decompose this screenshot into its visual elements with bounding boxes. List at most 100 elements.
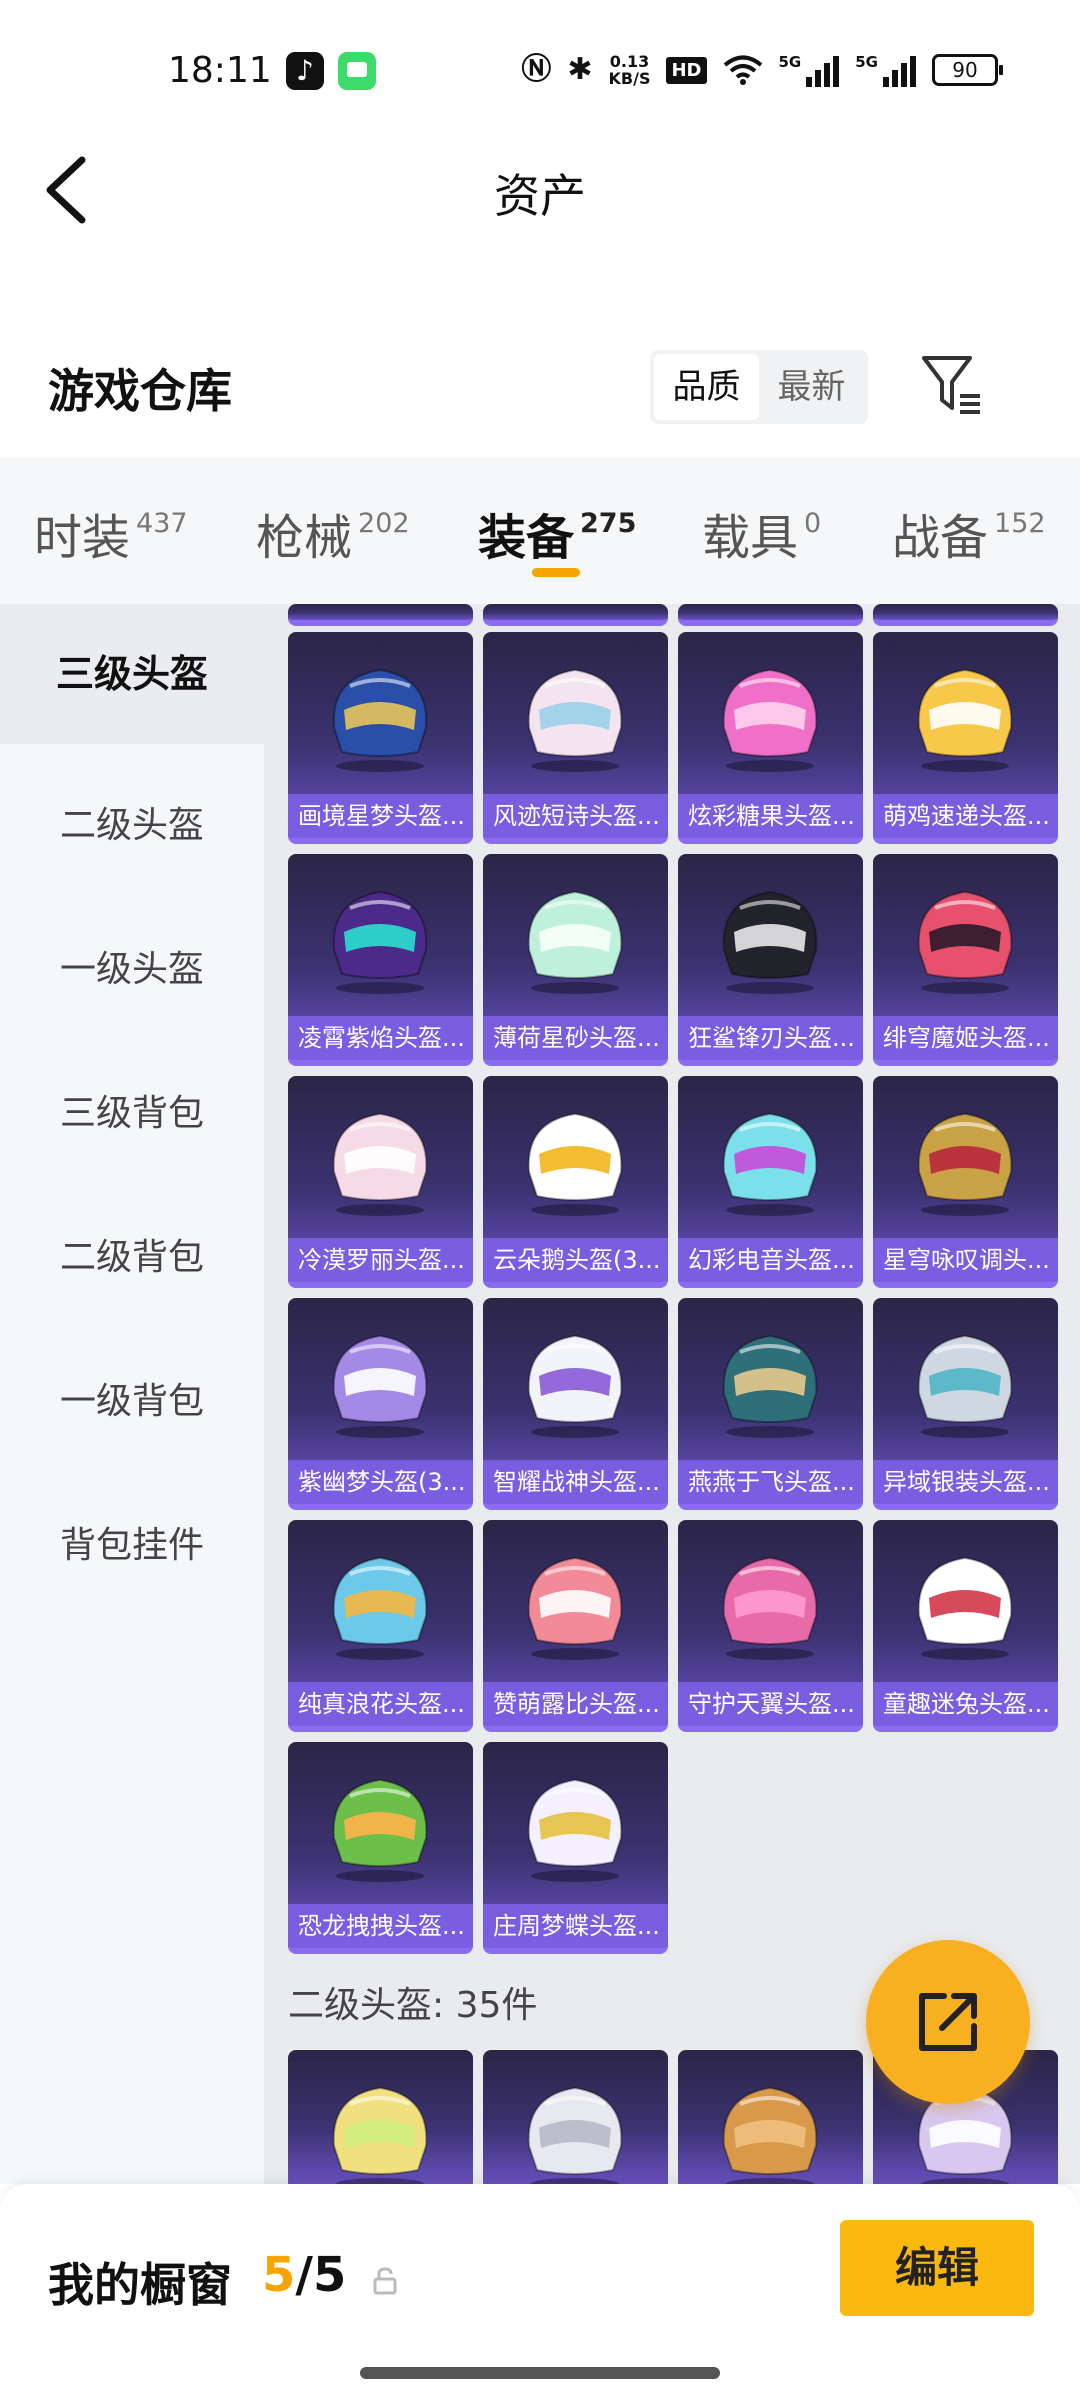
tab-vehicles[interactable]: 载具 0 xyxy=(702,498,821,568)
wifi-icon xyxy=(723,55,762,85)
item-tile[interactable]: 庄周梦蝶头盔... xyxy=(483,1742,668,1954)
mint-helmet-icon xyxy=(527,890,623,994)
item-name: 紫幽梦头盔(3... xyxy=(288,1460,473,1504)
group-header-level2-helmet: 二级头盔: 35件 xyxy=(288,1985,538,2026)
tab-label: 时装 xyxy=(34,510,131,566)
lemon-helmet-icon xyxy=(332,2086,428,2184)
war-god-helmet-icon xyxy=(527,1334,623,1438)
item-tile[interactable]: 狂鲨锋刃头盔... xyxy=(678,854,863,1066)
item-name: 守护天翼头盔... xyxy=(678,1682,863,1726)
hd-icon: HD xyxy=(666,56,707,84)
message-app-icon xyxy=(338,52,376,90)
tab-supplies[interactable]: 战备 152 xyxy=(892,498,1046,568)
item-name: 恐龙拽拽头盔... xyxy=(288,1904,473,1948)
tab-label: 装备 xyxy=(478,510,575,566)
straw-hat-helmet-icon xyxy=(722,2086,818,2184)
item-tile[interactable]: 绯穹魔姬头盔... xyxy=(873,854,1058,1066)
sidebar-item-level1-backpack[interactable]: 一级背包 xyxy=(0,1332,264,1472)
item-tile[interactable]: 萌鸡速递头盔... xyxy=(873,632,1058,844)
item-tile[interactable]: 纯真浪花头盔... xyxy=(288,1520,473,1732)
pink-wing-helmet-icon xyxy=(722,1556,818,1660)
showcase-count: 5/5 xyxy=(262,2247,346,2303)
item-tile[interactable]: 炫彩糖果头盔... xyxy=(678,632,863,844)
bluetooth-icon: ✱ xyxy=(567,52,593,87)
filter-button[interactable] xyxy=(918,350,988,420)
net-speed-value: 0.13 xyxy=(609,52,650,71)
item-tile[interactable]: 守护天翼头盔... xyxy=(678,1520,863,1732)
sidebar-item-level3-helmet[interactable]: 三级头盔 xyxy=(0,604,264,744)
home-indicator[interactable] xyxy=(360,2367,720,2379)
sidebar-item-level2-helmet[interactable]: 二级头盔 xyxy=(0,756,264,896)
chick-helmet-icon xyxy=(917,668,1013,772)
item-tile[interactable] xyxy=(288,2050,473,2184)
showcase-total: 5 xyxy=(312,2247,347,2303)
goose-helmet-icon xyxy=(527,1112,623,1216)
item-name: 异域银装头盔... xyxy=(873,1460,1058,1504)
item-tile[interactable]: 恐龙拽拽头盔... xyxy=(288,1742,473,1954)
sidebar-item-level2-backpack[interactable]: 二级背包 xyxy=(0,1188,264,1328)
sidebar-item-level3-backpack[interactable]: 三级背包 xyxy=(0,1044,264,1184)
filter-icon xyxy=(922,356,980,414)
category-tabs: 时装 437 枪械 202 装备 275 载具 0 战备 152 xyxy=(0,458,1080,604)
item-name: 纯真浪花头盔... xyxy=(288,1682,473,1726)
item-name: 童趣迷兔头盔... xyxy=(873,1682,1058,1726)
dj-headset-helmet-icon xyxy=(722,1112,818,1216)
tab-equipment[interactable]: 装备 275 xyxy=(478,498,636,568)
item-name: 智耀战神头盔... xyxy=(483,1460,668,1504)
tiktok-app-icon xyxy=(286,52,324,90)
item-tile[interactable]: 画境星梦头盔... xyxy=(288,632,473,844)
item-name: 风迹短诗头盔... xyxy=(483,794,668,838)
status-bar: 18:11 Ⓝ ✱ 0.13 KB/S HD 5G 5G 90 xyxy=(0,0,1080,140)
battery-icon: 90 xyxy=(932,54,1003,86)
sort-toggle: 品质 最新 xyxy=(650,350,868,424)
item-tile[interactable]: 童趣迷兔头盔... xyxy=(873,1520,1058,1732)
item-tile[interactable]: 云朵鹅头盔(3... xyxy=(483,1076,668,1288)
item-tile[interactable]: 凌霄紫焰头盔... xyxy=(288,854,473,1066)
item-tile-partial[interactable] xyxy=(483,604,668,626)
item-tile-partial[interactable] xyxy=(678,604,863,626)
item-tile[interactable]: 异域银装头盔... xyxy=(873,1298,1058,1510)
pink-white-helmet-icon xyxy=(527,668,623,772)
sort-latest-option[interactable]: 最新 xyxy=(759,354,864,420)
item-name: 绯穹魔姬头盔... xyxy=(873,1016,1058,1060)
sidebar-item-backpack-charm[interactable]: 背包挂件 xyxy=(0,1476,264,1616)
item-name: 炫彩糖果头盔... xyxy=(678,794,863,838)
item-tile-partial[interactable] xyxy=(873,604,1058,626)
status-indicators: Ⓝ ✱ 0.13 KB/S HD 5G 5G 90 xyxy=(521,48,1003,92)
item-tile[interactable]: 薄荷星砂头盔... xyxy=(483,854,668,1066)
tab-firearms[interactable]: 枪械 202 xyxy=(256,498,410,568)
sim2-label: 5G xyxy=(855,53,878,71)
share-button[interactable] xyxy=(866,1940,1030,2104)
tab-fashion[interactable]: 时装 437 xyxy=(34,498,188,568)
item-tile[interactable] xyxy=(678,2050,863,2184)
tab-count: 437 xyxy=(136,508,188,539)
item-name: 薄荷星砂头盔... xyxy=(483,1016,668,1060)
item-tile[interactable]: 赞萌露比头盔... xyxy=(483,1520,668,1732)
demon-cat-helmet-icon xyxy=(917,890,1013,994)
silver-shell-helmet-icon xyxy=(527,2086,623,2184)
share-icon xyxy=(919,1993,977,2051)
item-tile[interactable]: 燕燕于飞头盔... xyxy=(678,1298,863,1510)
item-tile[interactable]: 幻彩电音头盔... xyxy=(678,1076,863,1288)
tab-label: 战备 xyxy=(892,510,989,566)
page-title: 资产 xyxy=(494,169,586,223)
sort-quality-option[interactable]: 品质 xyxy=(654,354,759,420)
signal-5g-2-icon: 5G xyxy=(855,53,916,87)
sidebar-item-level1-helmet[interactable]: 一级头盔 xyxy=(0,900,264,1040)
item-tile[interactable]: 星穹咏叹调头... xyxy=(873,1076,1058,1288)
item-tile[interactable]: 紫幽梦头盔(3... xyxy=(288,1298,473,1510)
frilly-pink-helmet-icon xyxy=(332,1112,428,1216)
nfc-icon: Ⓝ xyxy=(521,52,552,87)
item-tile[interactable]: 冷漠罗丽头盔... xyxy=(288,1076,473,1288)
item-tile-partial[interactable] xyxy=(288,604,473,626)
tab-count: 202 xyxy=(358,508,410,539)
item-tile[interactable]: 风迹短诗头盔... xyxy=(483,632,668,844)
dino-helmet-icon xyxy=(332,1778,428,1882)
edit-button[interactable]: 编辑 xyxy=(840,2220,1034,2316)
lock-icon xyxy=(373,2267,397,2295)
item-name: 凌霄紫焰头盔... xyxy=(288,1016,473,1060)
item-tile[interactable]: 智耀战神头盔... xyxy=(483,1298,668,1510)
showcase-separator: / xyxy=(295,2247,313,2303)
item-tile[interactable] xyxy=(483,2050,668,2184)
tab-count: 152 xyxy=(994,508,1046,539)
